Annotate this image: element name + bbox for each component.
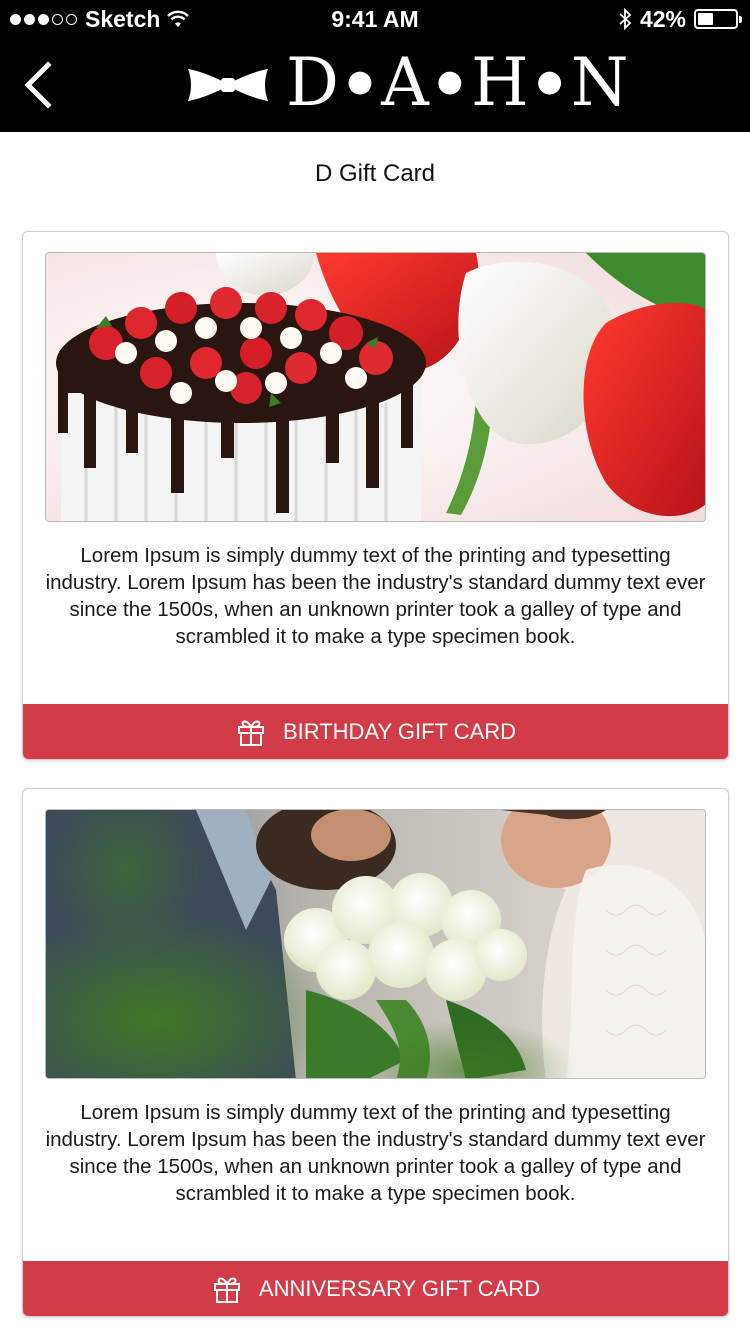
gift-icon — [213, 1277, 240, 1303]
battery-icon — [694, 9, 742, 29]
app-header: D ●A ●H ●N — [0, 38, 750, 132]
anniversary-gift-card-button[interactable]: ANNIVERSARY GIFT CARD — [23, 1261, 728, 1316]
birthday-cake-image — [45, 252, 706, 522]
logo-letter: H — [470, 43, 531, 121]
anniversary-gift-card-label: ANNIVERSARY GIFT CARD — [258, 1275, 541, 1301]
gift-card-anniversary: Lorem Ipsum is simply dummy text of the … — [22, 788, 729, 1317]
battery-group: 42% — [618, 4, 742, 34]
birthday-gift-card-button[interactable]: BIRTHDAY GIFT CARD — [23, 704, 728, 759]
logo-letter: A — [381, 43, 431, 121]
battery-percent: 42% — [639, 5, 686, 32]
bluetooth-icon — [619, 8, 632, 30]
gift-card-birthday: Lorem Ipsum is simply dummy text of the … — [22, 231, 729, 760]
card-description: Lorem Ipsum is simply dummy text of the … — [45, 1101, 706, 1205]
card-description: Lorem Ipsum is simply dummy text of the … — [45, 544, 706, 648]
chevron-left-icon[interactable] — [20, 60, 54, 110]
logo-wordmark: D ●A ●H ●N — [286, 43, 631, 121]
gift-icon — [237, 720, 264, 746]
logo-letter: D — [286, 43, 341, 121]
logo-letter: N — [570, 43, 631, 121]
page-title: D Gift Card — [314, 160, 436, 187]
wedding-couple-image — [45, 809, 706, 1079]
bowtie-icon — [188, 69, 268, 101]
brand-logo: D ●A ●H ●N — [186, 43, 631, 121]
birthday-gift-card-label: BIRTHDAY GIFT CARD — [282, 718, 517, 744]
status-bar: Sketch 9:41 AM 42% — [0, 0, 750, 38]
